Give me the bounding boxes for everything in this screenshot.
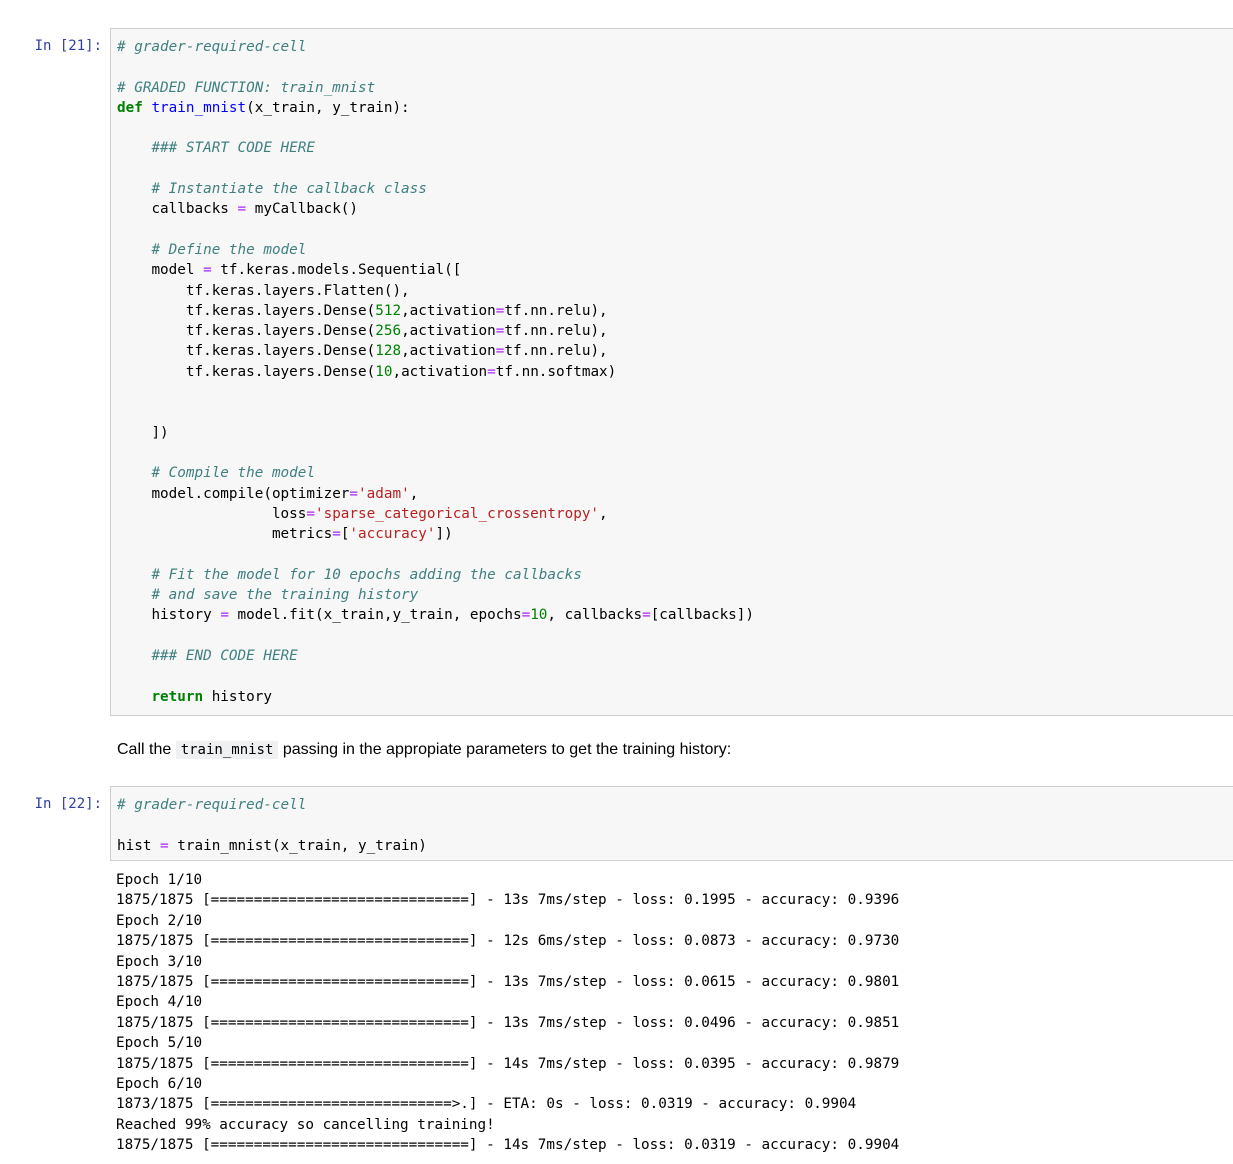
code-comment: # grader-required-cell bbox=[117, 797, 307, 813]
code-text: tf.nn.relu), bbox=[504, 323, 608, 340]
code-text: metrics bbox=[271, 526, 333, 543]
code-text: ,activation bbox=[401, 343, 496, 360]
output-line: 1875/1875 [=============================… bbox=[116, 1137, 900, 1154]
number-literal: 10 bbox=[375, 363, 393, 380]
code-text: ,activation bbox=[401, 323, 496, 340]
cell-prompt-22: In [22]: bbox=[34, 796, 102, 812]
output-line: Epoch 5/10 bbox=[116, 1035, 203, 1052]
string-literal: 'sparse_categorical_crossentropy' bbox=[314, 505, 600, 522]
operator: = bbox=[487, 363, 496, 380]
code-editor[interactable]: # grader-required-cell # GRADED FUNCTION… bbox=[117, 37, 754, 707]
output-line: Epoch 2/10 bbox=[116, 912, 203, 929]
output-line: Epoch 1/10 bbox=[116, 872, 203, 888]
markdown-cell: Call the train_mnist passing in the appr… bbox=[117, 738, 731, 762]
code-text: model bbox=[151, 262, 204, 279]
code-text: , bbox=[409, 485, 419, 502]
output-line: Epoch 6/10 bbox=[116, 1075, 203, 1092]
code-text: ]) bbox=[151, 424, 169, 441]
output-line: 1875/1875 [=============================… bbox=[116, 1055, 900, 1072]
code-comment: # Compile the model bbox=[151, 465, 315, 482]
string-literal: 'adam' bbox=[358, 485, 410, 502]
code-text: tf.nn.relu), bbox=[504, 302, 608, 319]
code-text: ]) bbox=[435, 526, 453, 543]
code-text: ,activation bbox=[401, 302, 496, 319]
code-text: history bbox=[203, 688, 272, 705]
code-comment: # GRADED FUNCTION: train_mnist bbox=[117, 79, 376, 96]
code-comment: ### START CODE HERE bbox=[151, 140, 315, 157]
output-line: 1875/1875 [=============================… bbox=[116, 933, 900, 950]
output-line: 1875/1875 [=============================… bbox=[116, 892, 900, 909]
code-text: tf.keras.layers.Dense( bbox=[185, 343, 376, 360]
code-text: myCallback() bbox=[246, 201, 359, 218]
code-text: ,activation bbox=[392, 363, 488, 380]
code-text: tf.keras.layers.Flatten(), bbox=[185, 282, 410, 299]
output-line: Epoch 4/10 bbox=[116, 994, 203, 1011]
code-comment: ### END CODE HERE bbox=[151, 647, 298, 664]
operator: = bbox=[160, 837, 169, 854]
code-text: history bbox=[151, 607, 221, 624]
number-literal: 256 bbox=[375, 323, 402, 340]
code-text: loss bbox=[271, 505, 307, 522]
code-text: [callbacks]) bbox=[650, 607, 754, 624]
code-text: tf.nn.softmax) bbox=[495, 363, 617, 380]
output-line: 1873/1875 [============================>… bbox=[116, 1096, 857, 1113]
code-text: tf.keras.layers.Dense( bbox=[185, 363, 376, 380]
cell-prompt-21: In [21]: bbox=[34, 38, 102, 54]
output-line: 1875/1875 [=============================… bbox=[116, 973, 900, 990]
number-literal: 10 bbox=[530, 607, 548, 624]
markdown-text: Call the bbox=[117, 741, 176, 758]
keyword-def: def bbox=[117, 99, 143, 116]
code-comment: # Define the model bbox=[151, 241, 307, 258]
operator: = bbox=[220, 607, 229, 624]
function-name: train_mnist bbox=[151, 99, 247, 116]
keyword-return: return bbox=[151, 688, 204, 705]
number-literal: 512 bbox=[375, 302, 402, 319]
code-editor[interactable]: # grader-required-cell hist = train_mnis… bbox=[117, 795, 427, 856]
code-text: (x_train, y_train): bbox=[246, 99, 410, 116]
code-comment: # and save the training history bbox=[151, 587, 419, 604]
code-text: model.compile(optimizer bbox=[151, 485, 350, 502]
code-cell-21[interactable]: # grader-required-cell # GRADED FUNCTION… bbox=[110, 28, 1233, 716]
code-cell-22[interactable]: # grader-required-cell hist = train_mnis… bbox=[110, 786, 1233, 861]
string-literal: 'accuracy' bbox=[349, 526, 436, 543]
code-comment: # Fit the model for 10 epochs adding the… bbox=[151, 566, 582, 583]
inline-code: train_mnist bbox=[175, 741, 279, 759]
operator: = bbox=[642, 607, 651, 624]
code-comment: # Instantiate the callback class bbox=[151, 181, 427, 198]
output-line: Reached 99% accuracy so cancelling train… bbox=[116, 1116, 495, 1133]
code-text: tf.nn.relu), bbox=[504, 343, 608, 360]
code-text: tf.keras.layers.Dense( bbox=[185, 323, 376, 340]
operator: = bbox=[521, 607, 531, 624]
code-text: hist bbox=[117, 837, 161, 854]
operator: = bbox=[332, 526, 341, 543]
operator: = bbox=[203, 262, 212, 279]
code-text: tf.keras.layers.Dense( bbox=[185, 302, 376, 319]
code-comment: # grader-required-cell bbox=[117, 39, 307, 55]
number-literal: 128 bbox=[375, 343, 402, 360]
code-text: train_mnist(x_train, y_train) bbox=[168, 837, 427, 854]
output-line: Epoch 3/10 bbox=[116, 953, 203, 970]
code-text: model.fit(x_train,y_train, epochs bbox=[228, 607, 522, 624]
output-line: 1875/1875 [=============================… bbox=[116, 1014, 900, 1031]
code-text: , bbox=[599, 505, 608, 522]
markdown-text: passing in the appropiate parameters to … bbox=[278, 741, 732, 758]
code-text: tf.keras.models.Sequential([ bbox=[211, 262, 462, 279]
cell-output: Epoch 1/10 1875/1875 [===================… bbox=[116, 870, 899, 1155]
operator: = bbox=[306, 505, 315, 522]
code-text: callbacks bbox=[151, 201, 238, 218]
operator: = bbox=[237, 201, 247, 218]
operator: = bbox=[349, 485, 359, 502]
code-text: , callbacks bbox=[547, 607, 643, 624]
